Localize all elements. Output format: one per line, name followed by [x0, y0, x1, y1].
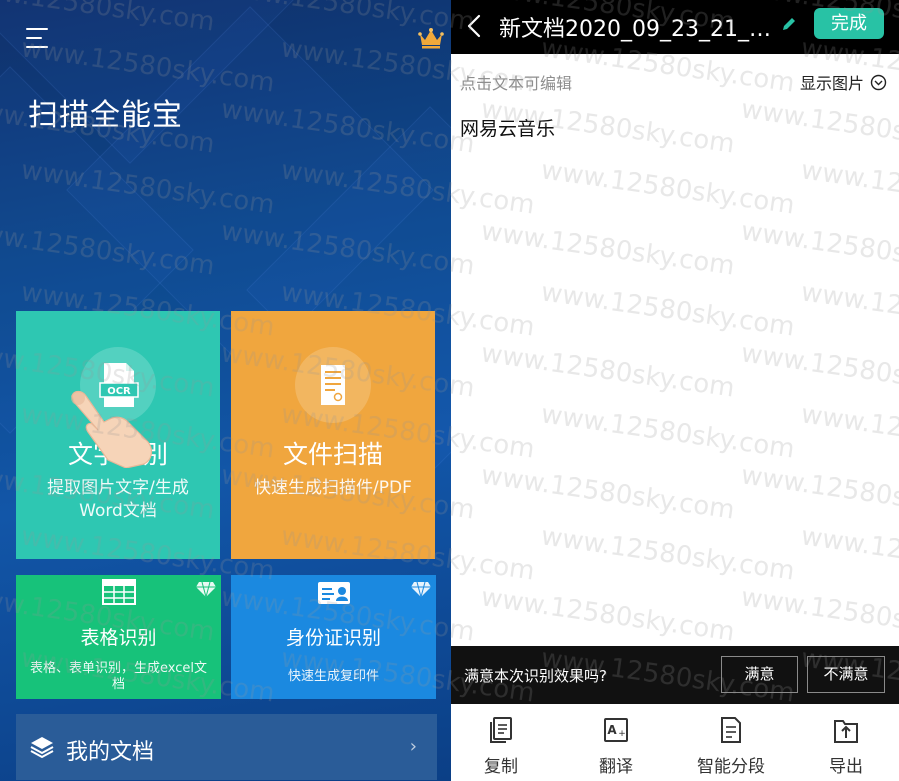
feedback-question: 满意本次识别效果吗? [464, 667, 607, 685]
ocr-result-screen: 新文档2020_09_23_21_51... 完成 点击文本可编辑 显示图片 网… [451, 0, 899, 781]
ocr-subtitle: 提取图片文字/生成Word文档 [47, 478, 189, 521]
crown-icon[interactable] [418, 27, 444, 49]
edit-pencil-icon[interactable] [781, 16, 797, 32]
app-title: 扫描全能宝 [28, 98, 183, 133]
table-tile[interactable]: 表格识别 表格、表单识别，生成excel文档 [16, 575, 221, 699]
edit-hint: 点击文本可编辑 [460, 74, 573, 93]
top-bar: 新文档2020_09_23_21_51... 完成 [451, 0, 899, 54]
satisfied-button[interactable]: 满意 [721, 656, 798, 693]
scan-subtitle: 快速生成扫描件/PDF [254, 478, 412, 498]
diamond-icon [196, 581, 216, 598]
feedback-bar: 满意本次识别效果吗? 满意 不满意 [451, 646, 899, 704]
pointing-hand-icon [71, 390, 153, 468]
show-image-toggle[interactable]: 显示图片 [800, 70, 887, 94]
ocr-content-area: 点击文本可编辑 显示图片 网易云音乐 [451, 54, 899, 646]
translate-button[interactable]: A + 翻译 [571, 716, 661, 777]
done-button[interactable]: 完成 [814, 8, 884, 39]
copy-button[interactable]: 复制 [456, 716, 546, 777]
back-arrow-icon[interactable] [459, 10, 491, 42]
bottom-toolbar: 复制 A + 翻译 智能分段 导出 [451, 704, 899, 781]
unsatisfied-button[interactable]: 不满意 [807, 656, 885, 693]
id-card-tile[interactable]: 身份证识别 快速生成复印件 [231, 575, 436, 699]
chevron-right-icon: › [409, 736, 417, 757]
smart-paragraph-button[interactable]: 智能分段 [686, 716, 776, 777]
scan-icon-circle [295, 347, 371, 423]
table-icon [101, 579, 136, 605]
svg-text:+: + [618, 729, 626, 739]
diamond-icon [411, 581, 431, 598]
id-card-title: 身份证识别 [285, 627, 381, 649]
id-card-icon [317, 582, 350, 604]
table-title: 表格识别 [80, 627, 157, 649]
export-button[interactable]: 导出 [801, 716, 891, 777]
scan-tile[interactable]: 文件扫描 快速生成扫描件/PDF [231, 311, 435, 559]
paragraph-icon [721, 717, 741, 743]
document-scan-icon [321, 365, 345, 405]
layers-icon [30, 737, 54, 759]
chevron-down-circle-icon [870, 74, 887, 90]
scan-title: 文件扫描 [282, 440, 383, 469]
smart-paragraph-label: 智能分段 [697, 757, 765, 777]
svg-text:A: A [607, 723, 617, 737]
export-label: 导出 [829, 757, 863, 777]
translate-icon: A + [604, 718, 628, 742]
my-documents-label: 我的文档 [66, 740, 155, 765]
id-card-subtitle: 快速生成复印件 [287, 669, 379, 684]
show-image-label: 显示图片 [799, 74, 864, 93]
translate-label: 翻译 [599, 757, 633, 777]
copy-icon [490, 717, 512, 743]
home-screen: 扫描全能宝 OCR 文字识别 提取图片文字/生成Word文档 [0, 0, 451, 781]
copy-label: 复制 [484, 757, 518, 777]
export-icon [834, 720, 858, 743]
document-title[interactable]: 新文档2020_09_23_21_51... [499, 11, 781, 43]
menu-icon[interactable] [26, 26, 52, 52]
recognized-text[interactable]: 网易云音乐 [460, 114, 555, 141]
table-subtitle: 表格、表单识别，生成excel文档 [30, 661, 207, 692]
my-documents-button[interactable]: 我的文档 › [16, 714, 437, 780]
